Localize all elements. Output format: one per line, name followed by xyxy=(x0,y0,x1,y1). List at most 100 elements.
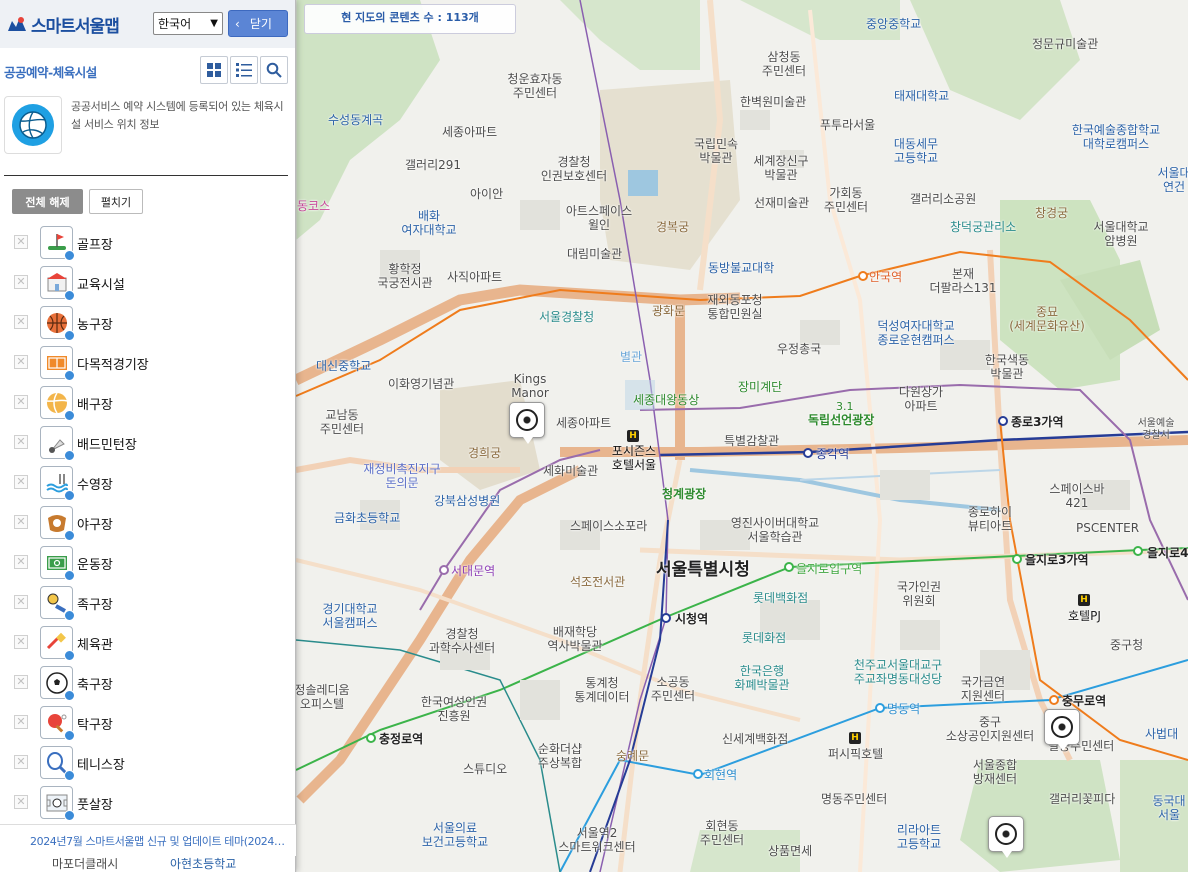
remove-icon[interactable]: ✕ xyxy=(14,595,28,609)
category-item[interactable]: ✕ 교육시설 xyxy=(0,263,296,303)
map-label-karts[interactable]: 한국예술종합학교 대학로캠퍼스 xyxy=(1072,123,1160,152)
map-label-lotte-hall[interactable]: 롯데화점 xyxy=(742,631,786,646)
category-icon-box[interactable] xyxy=(40,426,75,461)
map-label-artspace[interactable]: 아트스페이스 윌인 xyxy=(566,204,632,233)
map-label-rira[interactable]: 리라아트 고등학교 xyxy=(897,823,941,852)
category-item[interactable]: ✕ 족구장 xyxy=(0,583,296,623)
map-label-hoehyeon[interactable]: 회현역 xyxy=(704,768,737,783)
map-label-medical-hs[interactable]: 서울의료 보건고등학교 xyxy=(422,821,488,850)
station-marker-seodaemun[interactable] xyxy=(439,565,449,575)
map-label-daerim[interactable]: 대림미술관 xyxy=(567,247,622,262)
map-label-ujeong[interactable]: 우정총국 xyxy=(777,342,821,357)
map-label-changgyeonggung[interactable]: 창경궁 xyxy=(1035,206,1068,221)
map-label-forensic[interactable]: 경찰청 과학수사센터 xyxy=(429,627,495,656)
map-label-smoke[interactable]: 국가금연 지원센터 xyxy=(961,675,1005,704)
map-label-dawon[interactable]: 다원상가 아파트 xyxy=(899,385,943,414)
remove-icon[interactable]: ✕ xyxy=(14,275,28,289)
map-label-snu-yeongeon[interactable]: 서울대 연건 xyxy=(1157,166,1188,195)
map-label-sabyeong[interactable]: 사법대 xyxy=(1145,727,1178,742)
map-label-sejong-statue[interactable]: 세종대왕동상 xyxy=(633,393,699,408)
logo[interactable]: 스마트서울맵 xyxy=(6,12,120,37)
map-label-anguk[interactable]: 안국역 xyxy=(869,270,902,285)
remove-icon[interactable]: ✕ xyxy=(14,315,28,329)
map-label-seokjo[interactable]: 석조전서관 xyxy=(570,575,625,590)
map-label-gukrip[interactable]: 국립민속 박물관 xyxy=(694,137,738,166)
map-label-spacebar[interactable]: 스페이스바 421 xyxy=(1049,482,1104,511)
category-item[interactable]: ✕ 농구장 xyxy=(0,303,296,343)
category-item[interactable]: ✕ 체육관 xyxy=(0,623,296,663)
map-label-jaeweo[interactable]: 재외동포청 통합민원실 xyxy=(707,293,762,322)
category-item[interactable]: ✕ 운동장 xyxy=(0,543,296,583)
category-icon-box[interactable] xyxy=(40,226,75,261)
map-label-changdeok[interactable]: 창덕궁관리소 xyxy=(950,220,1016,235)
remove-icon[interactable]: ✕ xyxy=(14,675,28,689)
map-label-dongguk[interactable]: 동국대 서울 xyxy=(1152,794,1185,823)
remove-icon[interactable]: ✕ xyxy=(14,435,28,449)
map-label-human-rights[interactable]: 국가인권 위원회 xyxy=(897,580,941,609)
map-label-hwanghak[interactable]: 황학정 국궁전시관 xyxy=(377,262,432,291)
category-icon-box[interactable] xyxy=(40,306,75,341)
category-item[interactable]: ✕ 야구장 xyxy=(0,503,296,543)
map-label-duty-free[interactable]: 상품면세 xyxy=(768,844,812,859)
station-marker-cityhall[interactable] xyxy=(661,613,671,623)
map-label-seoul-station[interactable]: 서울역2 스마트워크센터 xyxy=(558,826,635,855)
map-label-jongno3[interactable]: 종로3가역 xyxy=(1011,415,1064,430)
remove-icon[interactable]: ✕ xyxy=(14,635,28,649)
map-label-pacific[interactable]: 퍼시픽호텔 xyxy=(828,747,883,762)
map-label-gallery-park[interactable]: 갤러리소공원 xyxy=(910,192,976,207)
map-label-gallery291[interactable]: 갤러리291 xyxy=(405,158,461,173)
map-label-duksung[interactable]: 덕성여자대학교 종로운현캠퍼스 xyxy=(877,319,954,348)
map-label-gahoe[interactable]: 가회동 주민센터 xyxy=(824,186,868,215)
station-marker-euljiro4[interactable] xyxy=(1133,546,1143,556)
remove-icon[interactable]: ✕ xyxy=(14,515,28,529)
map-label-baehwa[interactable]: 배화 여자대학교 xyxy=(401,209,456,238)
map-label-myeongdong[interactable]: 명동역 xyxy=(887,702,920,717)
soccer-field-marker[interactable] xyxy=(1044,709,1080,751)
map-label-jungang[interactable]: 중앙중학교 xyxy=(866,17,921,32)
map-label-jeongmun[interactable]: 정문규미술관 xyxy=(1032,37,1098,52)
map-label-hanguk-bank[interactable]: 한국은행 화폐박물관 xyxy=(734,664,789,693)
map-label-ihwayoung[interactable]: 이화영기념관 xyxy=(388,377,454,392)
map-label-studio[interactable]: 스튜디오 xyxy=(463,762,507,777)
map-label-small-biz[interactable]: 중구 소상공인지원센터 xyxy=(946,715,1034,744)
category-item[interactable]: ✕ 탁구장 xyxy=(0,703,296,743)
category-icon-box[interactable] xyxy=(40,786,75,821)
hotel-icon[interactable]: H xyxy=(1078,594,1090,606)
map-label-gwanghwamun[interactable]: 광화문 xyxy=(652,304,685,319)
map-label-jongmyo[interactable]: 종묘 (세계문화유산) xyxy=(1009,305,1085,334)
map-label-sajik[interactable]: 사직아파트 xyxy=(447,270,502,285)
map-label-gyeongbokgung[interactable]: 경복궁 xyxy=(656,220,689,235)
station-marker-euljiro3[interactable] xyxy=(1012,554,1022,564)
map-label-gyonam[interactable]: 교남동 주민센터 xyxy=(320,408,364,437)
remove-icon[interactable]: ✕ xyxy=(14,715,28,729)
map-label-lotte[interactable]: 롯데백화점 xyxy=(753,591,808,606)
map-label-jangmi[interactable]: 장미계단 xyxy=(738,380,782,395)
remove-icon[interactable]: ✕ xyxy=(14,355,28,369)
map-label-gallery-flower[interactable]: 갤러리꽃피다 xyxy=(1049,792,1115,807)
map-label-chungjeongno[interactable]: 충정로역 xyxy=(379,732,423,747)
map-label-hangul-museum[interactable]: 한국색동 박물관 xyxy=(985,353,1029,382)
map-label-cityhall-station[interactable]: 시청역 xyxy=(675,612,708,627)
map-label-seodaemun[interactable]: 서대문역 xyxy=(451,564,495,579)
map-label-gyeonggi-univ[interactable]: 경기대학교 서울캠퍼스 xyxy=(322,602,377,631)
category-item[interactable]: ✕ 풋살장 xyxy=(0,783,296,823)
map-label-euljiro-ipgu[interactable]: 을지로입구역 xyxy=(796,562,862,577)
category-item[interactable]: ✕ 테니스장 xyxy=(0,743,296,783)
remove-icon[interactable]: ✕ xyxy=(14,795,28,809)
language-select[interactable]: 한국어 ▼ xyxy=(153,12,223,35)
map-label-stats[interactable]: 통계청 통계데이터 xyxy=(574,676,629,705)
station-marker-jonggak[interactable] xyxy=(803,448,813,458)
map-label-sogong[interactable]: 소공동 주민센터 xyxy=(651,675,695,704)
map-label-teukbyul[interactable]: 특별감찰관 xyxy=(724,434,779,449)
map-label-police[interactable]: 서울경찰청 xyxy=(539,310,594,325)
category-icon-box[interactable] xyxy=(40,266,75,301)
map-label-four-seasons[interactable]: 포시즌스 호텔서울 xyxy=(612,444,656,473)
map-label-kings-manor[interactable]: Kings Manor xyxy=(511,372,549,401)
category-item[interactable]: ✕ 배구장 xyxy=(0,383,296,423)
map-label-snuh[interactable]: 서울대학교 암병원 xyxy=(1093,220,1148,249)
map-label-jewelry[interactable]: 세계장신구 박물관 xyxy=(753,154,808,183)
category-item[interactable]: ✕ 수영장 xyxy=(0,463,296,503)
category-item[interactable]: ✕ 골프장 xyxy=(0,223,296,263)
remove-icon[interactable]: ✕ xyxy=(14,395,28,409)
map-label-jeongsol[interactable]: 정솔레디움 오피스텔 xyxy=(294,683,349,712)
